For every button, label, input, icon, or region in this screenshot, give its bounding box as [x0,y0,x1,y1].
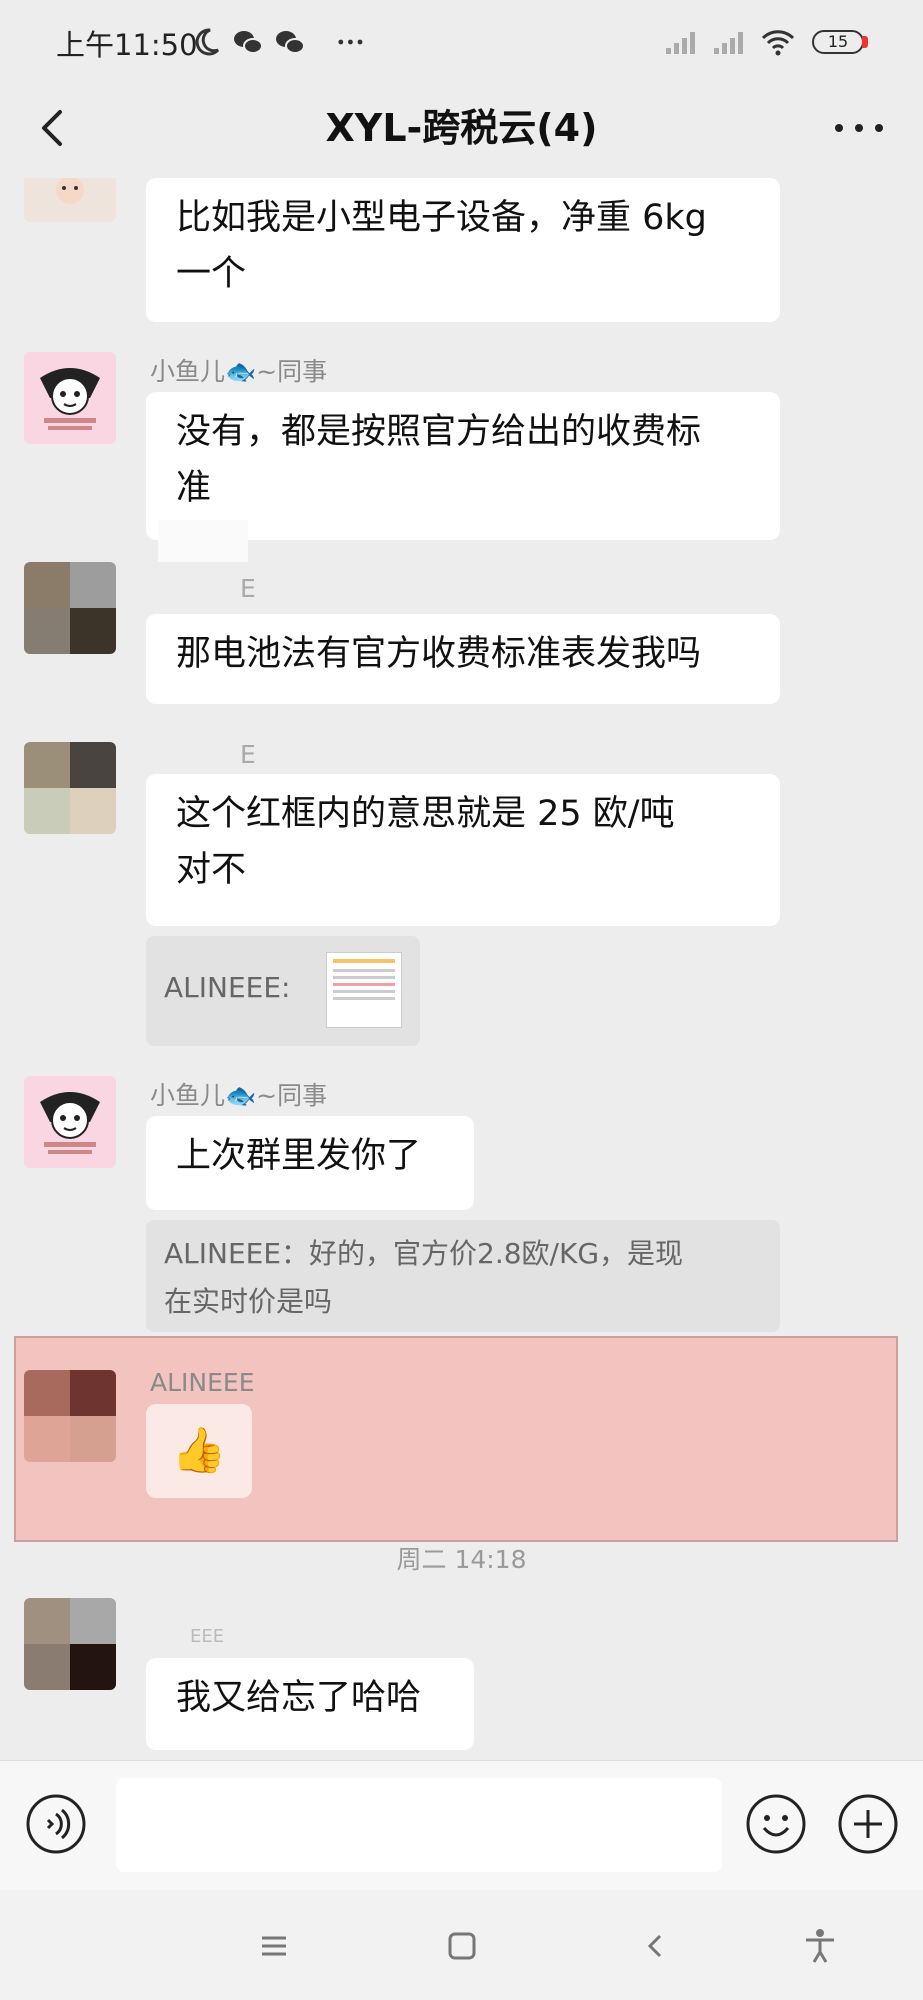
emoji-bubble[interactable]: 👍 [146,1404,252,1498]
signal-icon [714,32,743,54]
more-dots-icon [338,39,363,45]
message-text: 这个红框内的意思就是 25 欧/吨 [176,794,675,834]
battery-tip [862,36,868,48]
more-icon[interactable] [824,98,894,158]
quoted-message[interactable]: ALINEEE：好的，官方价2.8欧/KG，是现 在实时价是吗 [146,1220,780,1332]
avatar[interactable] [24,1076,116,1168]
emoji-icon[interactable] [744,1792,808,1856]
moon-icon [195,28,220,56]
message-input[interactable] [116,1778,722,1872]
message-bubble[interactable]: 没有，都是按照官方给出的收费标 准 [146,392,780,540]
avatar[interactable] [24,1370,116,1462]
timestamp: 周二 14:18 [396,1545,527,1574]
sender-name: E [240,740,256,769]
message-text: 对不 [176,850,247,890]
quote-image-thumbnail[interactable] [326,952,402,1028]
wechat-icon [234,31,263,54]
accessibility-icon[interactable] [800,1926,840,1966]
quoted-message[interactable]: ALINEEE: [146,936,420,1046]
signal-icon [666,32,695,54]
sender-name: 小鱼儿🐟~同事 [150,357,328,386]
battery-icon: 15 [812,30,864,54]
voice-icon[interactable] [24,1792,88,1856]
avatar[interactable] [24,562,116,654]
status-time: 上午11:50 [56,28,198,62]
message-bubble[interactable]: 我又给忘了哈哈 [146,1658,474,1750]
quote-text: ALINEEE: [164,971,291,1004]
wifi-icon [761,30,795,56]
avatar[interactable] [24,352,116,444]
plus-icon[interactable] [836,1792,900,1856]
message-text: 准 [176,468,212,508]
message-text: 上次群里发你了 [176,1136,422,1176]
back-icon[interactable] [24,98,84,158]
sender-name: 小鱼儿🐟~同事 [150,1081,328,1110]
message-text: 一个 [176,254,247,294]
message-bubble[interactable]: 比如我是小型电子设备，净重 6kg 一个 [146,178,780,322]
wechat-icon [276,31,305,54]
message-text: 比如我是小型电子设备，净重 6kg [176,198,707,238]
chat-title: XYL-跨税云(4) [325,106,598,150]
message-bubble[interactable]: 这个红框内的意思就是 25 欧/吨 对不 [146,774,780,926]
avatar[interactable] [24,742,116,834]
menu-icon[interactable] [254,1926,294,1966]
thumbs-up-icon: 👍 [171,1425,227,1476]
quote-text: 在实时价是吗 [164,1285,333,1318]
home-icon[interactable] [442,1926,482,1966]
message-text: 我又给忘了哈哈 [176,1678,422,1718]
nav-back-icon[interactable] [636,1926,676,1966]
sender-name: EEE [190,1626,225,1647]
quote-text: ALINEEE：好的，官方价2.8欧/KG，是现 [164,1237,684,1270]
message-bubble[interactable]: 那电池法有官方收费标准表发我吗 [146,614,780,704]
message-text: 没有，都是按照官方给出的收费标 [176,412,702,452]
sender-name: E [240,574,256,603]
sender-name: ALINEEE [150,1368,255,1397]
avatar[interactable] [24,178,116,222]
avatar[interactable] [24,1598,116,1690]
blur-patch [158,520,248,562]
message-text: 那电池法有官方收费标准表发我吗 [176,634,702,674]
message-bubble[interactable]: 上次群里发你了 [146,1116,474,1210]
